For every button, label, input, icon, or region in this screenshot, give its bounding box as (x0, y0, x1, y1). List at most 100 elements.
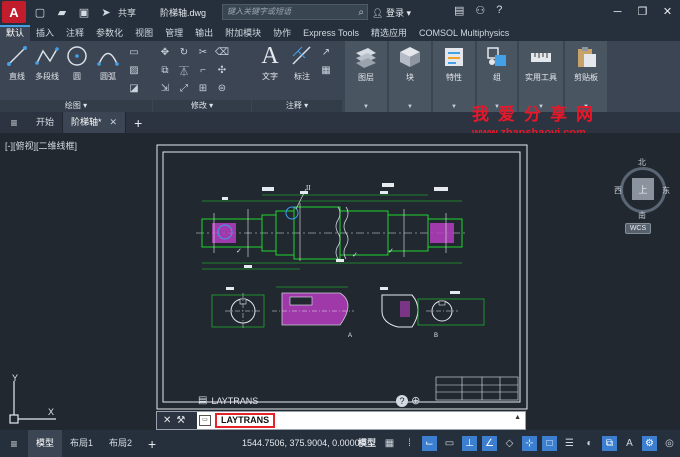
leader-icon[interactable]: ↗ (318, 44, 334, 60)
ortho-icon[interactable]: ⊥ (462, 436, 477, 451)
start-tab[interactable]: 开始 (28, 112, 64, 133)
open-folder-icon[interactable]: ▰ (54, 4, 70, 20)
ribbon-tab[interactable]: 附加模块 (219, 25, 267, 41)
layout1-tab[interactable]: 布局1 (62, 430, 101, 457)
model-space-toggle[interactable]: 模型 (358, 430, 376, 457)
selection-cycling-icon[interactable]: ⧉ (602, 436, 617, 451)
workspace-icon[interactable]: ⚙ (642, 436, 657, 451)
isolate-objects-icon[interactable]: ◎ (662, 436, 677, 451)
block-dropdown-icon[interactable]: ▼ (389, 104, 431, 110)
dimension-button[interactable]: 标注 (288, 43, 316, 82)
rotate-icon[interactable]: ↻ (176, 44, 192, 60)
viewcube-south[interactable]: 南 (638, 210, 646, 221)
new-file-icon[interactable]: ▢ (32, 4, 48, 20)
array-icon[interactable]: ⊞ (195, 80, 211, 96)
share-label[interactable]: 共享 (118, 6, 136, 19)
polyline-button[interactable]: 多段线 (32, 43, 62, 82)
text-button[interactable]: A 文字 (256, 43, 284, 82)
scale-icon[interactable]: ⤢ (176, 80, 192, 96)
arc-button[interactable]: 圆弧 (94, 43, 122, 82)
coordinates-readout[interactable]: 1544.7506, 375.9004, 0.0000 (242, 430, 360, 457)
layout-menu-icon[interactable]: ≡ (0, 437, 28, 451)
viewcube-east[interactable]: 东 (662, 185, 670, 196)
ribbon-tab[interactable]: 精选应用 (365, 25, 413, 41)
hatch-icon[interactable]: ▨ (126, 62, 142, 78)
fillet-icon[interactable]: ⌐ (195, 62, 211, 78)
model-tab[interactable]: 模型 (28, 430, 63, 457)
ribbon-tab[interactable]: 注释 (60, 25, 90, 41)
share-icon[interactable]: ➤ (98, 4, 114, 20)
erase-icon[interactable]: ⌫ (214, 44, 230, 60)
copy-icon[interactable]: ⧉ (157, 62, 173, 78)
annotation-group-title[interactable]: 注释 ▾ (252, 100, 342, 112)
ribbon-tab[interactable]: 协作 (267, 25, 297, 41)
infer-constraints-icon[interactable]: ⌙ (422, 436, 437, 451)
object-snap-tracking-icon[interactable]: ⊹ (522, 436, 537, 451)
new-tab-icon[interactable]: + (134, 115, 142, 131)
transparency-icon[interactable]: ◐ (582, 436, 597, 451)
snap-icon[interactable]: ⁞ (402, 436, 417, 451)
trim-icon[interactable]: ✂ (195, 44, 211, 60)
properties-button[interactable]: 特性 ▼ (433, 41, 475, 112)
lineweight-icon[interactable]: ☰ (562, 436, 577, 451)
drawing-canvas[interactable]: [-][俯视][二维线框] II ✓ ✓ ✓ A B Y X 北 西 东 南 上… (0, 133, 680, 430)
layout2-tab[interactable]: 布局2 (101, 430, 140, 457)
help-circle-icon[interactable]: ? (396, 395, 408, 407)
save-icon[interactable]: ▣ (76, 4, 92, 20)
line-button[interactable]: 直线 (4, 43, 30, 82)
wcs-menu[interactable]: WCS (625, 223, 651, 234)
mirror-icon[interactable]: ⏄ (176, 62, 192, 78)
modify-group-title[interactable]: 修改 ▾ (153, 100, 251, 112)
annotation-scale-icon[interactable]: A (622, 436, 637, 451)
viewcube-west[interactable]: 西 (614, 185, 622, 196)
ribbon-tab[interactable]: COMSOL Multiphysics (413, 25, 515, 41)
ribbon-tab[interactable]: 插入 (30, 25, 60, 41)
layers-button[interactable]: 图层 ▼ (345, 41, 387, 112)
grid-icon[interactable]: ▦ (382, 436, 397, 451)
polar-tracking-icon[interactable]: ∠ (482, 436, 497, 451)
hamburger-menu-icon[interactable]: ≡ (0, 116, 28, 130)
ribbon-tab[interactable]: 输出 (189, 25, 219, 41)
cart-icon[interactable]: ▤ (454, 4, 464, 17)
block-button[interactable]: 块 ▼ (389, 41, 431, 112)
table-icon[interactable]: ▦ (318, 62, 334, 78)
gradient-icon[interactable]: ◪ (126, 80, 142, 96)
search-icon[interactable]: ⌕ (358, 6, 364, 20)
draw-group-title[interactable]: 绘图 ▾ (0, 100, 152, 112)
ribbon-tab[interactable]: 默认 (0, 25, 31, 41)
close-command-line-icon[interactable]: ✕ (163, 415, 171, 426)
command-line[interactable]: ✕ ⚒ ▭ LAYTRANS ▲ (156, 411, 526, 430)
viewcube[interactable]: 北 西 东 南 上 WCS (614, 155, 672, 234)
customize-wrench-icon[interactable]: ⚒ (176, 415, 185, 426)
stretch-icon[interactable]: ⇲ (157, 80, 173, 96)
command-history-arrow-icon[interactable]: ▲ (514, 414, 521, 421)
command-prompt-icon[interactable]: ▭ (199, 415, 211, 426)
object-snap-icon[interactable]: □ (542, 436, 557, 451)
close-tab-icon[interactable]: ✕ (110, 117, 118, 127)
add-layout-icon[interactable]: + (148, 436, 156, 452)
viewcube-north[interactable]: 北 (638, 157, 646, 168)
connect-icon[interactable]: ⚇ (475, 4, 485, 17)
command-input[interactable]: LAYTRANS (215, 413, 276, 428)
ribbon-tab[interactable]: 视图 (129, 25, 159, 41)
restore-icon[interactable]: ❐ (630, 0, 655, 24)
ribbon-tab[interactable]: 参数化 (90, 25, 129, 41)
move-icon[interactable]: ✥ (157, 44, 173, 60)
close-icon[interactable]: ✕ (655, 0, 680, 24)
layers-dropdown-icon[interactable]: ▼ (345, 104, 387, 110)
ribbon-tab[interactable]: 管理 (159, 25, 189, 41)
rectangle-icon[interactable]: ▭ (126, 44, 142, 60)
login-button[interactable]: 👤︎ 登录 ▾ (372, 6, 411, 19)
viewcube-top-face[interactable]: 上 (632, 178, 654, 200)
explode-icon[interactable]: ✣ (214, 62, 230, 78)
autocad-logo-button[interactable]: A (2, 1, 26, 23)
search-box[interactable]: 键入关键字或短语 ⌕ (222, 4, 368, 20)
globe-icon[interactable]: ⊕ (411, 395, 420, 407)
current-drawing-tab[interactable]: 阶梯轴* ✕ (63, 112, 127, 133)
help-icon[interactable]: ? (496, 4, 502, 17)
properties-dropdown-icon[interactable]: ▼ (433, 104, 475, 110)
minimize-icon[interactable]: ─ (605, 0, 630, 24)
ribbon-tab[interactable]: Express Tools (297, 25, 365, 41)
dynamic-input-icon[interactable]: ▭ (442, 436, 457, 451)
offset-icon[interactable]: ⊜ (214, 80, 230, 96)
